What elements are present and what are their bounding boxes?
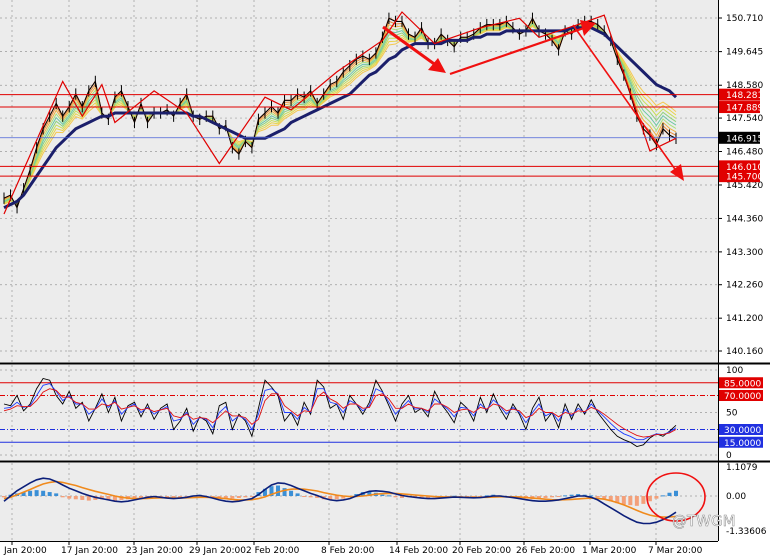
y-tick-label: 141.200 [726,314,763,324]
osc-level-label: 85.0000 [724,379,761,389]
macd-histogram-bar [67,496,72,499]
y-tick-label: 149.645 [726,48,763,58]
osc-tick-label: 0 [726,451,732,461]
y-tick-label: 147.540 [726,114,763,124]
y-tick-label: 150.710 [726,14,763,24]
macd-histogram-bar [73,496,78,500]
x-tick-label: 29 Jan 20:00 [189,546,246,555]
macd-histogram-bar [628,496,633,506]
macd-histogram-bar [543,496,548,498]
osc-level-label: 30.0000 [724,426,761,436]
macd-histogram-bar [243,496,248,498]
macd-histogram-bar [660,495,665,497]
osc-tick-label: 50 [726,409,738,419]
macd-histogram-bar [621,496,626,505]
x-tick-label: 17 Jan 20:00 [61,546,118,555]
x-tick-label: 23 Jan 20:00 [126,546,183,555]
price-level-label: 148.281 [726,91,763,101]
macd-histogram-bar [54,493,59,497]
macd-histogram-bar [654,496,659,499]
macd-histogram-bar [47,492,52,497]
macd-tick-label: 1.1079 [726,463,758,473]
x-tick-label: 26 Feb 20:00 [516,546,575,555]
osc-level-label: 70.0000 [724,392,761,402]
x-tick-label: 20 Feb 20:00 [452,546,511,555]
watermark: @TWGM [672,512,736,530]
price-level-label: 145.700 [726,173,763,183]
macd-histogram-bar [556,496,561,498]
y-tick-label: 146.480 [726,148,763,158]
x-tick-label: 1 Mar 20:00 [582,546,637,555]
macd-histogram-bar [295,493,300,497]
y-tick-label: 142.260 [726,281,763,291]
macd-histogram-bar [569,494,574,497]
macd-histogram-bar [550,496,555,498]
price-level-label: 147.889 [726,104,763,114]
macd-histogram-bar [393,496,398,498]
macd-histogram-bar [674,490,678,497]
x-tick-label: 7 Mar 20:00 [648,546,703,555]
y-tick-label: 140.160 [726,347,763,357]
macd-histogram-bar [641,496,646,504]
macd-histogram-bar [334,496,339,500]
osc-level-label: 15.0000 [724,439,761,449]
x-tick-label: 8 Feb 20:00 [321,546,375,555]
current-price-label: 146.915 [726,134,763,144]
macd-histogram-bar [80,496,85,500]
macd-histogram-bar [563,495,568,497]
chart-canvas[interactable]: Jan 20:00 17 Jan 20:00 23 Jan 20:00 29 Jan … [0,0,770,556]
x-tick-label: Jan 20:00 [3,546,47,555]
macd-histogram-bar [230,496,235,499]
macd-histogram-bar [308,496,313,498]
macd-histogram-bar [28,490,33,497]
plot-background-macd [0,463,718,541]
trading-chart[interactable]: Jan 20:00 17 Jan 20:00 23 Jan 20:00 29 Jan … [0,0,770,556]
x-tick-label: 14 Feb 20:00 [389,546,448,555]
osc-tick-label: 100 [726,366,743,376]
macd-histogram-bar [647,496,652,502]
macd-histogram-bar [302,496,307,498]
macd-histogram-bar [60,496,65,498]
plot-background-price [0,0,718,362]
macd-histogram-bar [667,492,672,497]
macd-histogram-bar [276,485,281,497]
macd-histogram-bar [386,495,391,497]
macd-histogram-bar [236,496,241,498]
macd-histogram-bar [634,496,639,506]
y-tick-label: 144.360 [726,214,763,224]
x-tick-label: 2 Feb 20:00 [246,546,300,555]
macd-histogram-bar [34,490,39,497]
macd-histogram-bar [41,490,46,497]
macd-tick-label: 0.00 [726,492,746,502]
macd-histogram-bar [380,494,385,497]
macd-histogram-bar [595,496,600,498]
y-tick-label: 143.300 [726,248,763,258]
macd-histogram-bar [289,490,294,497]
macd-histogram-bar [2,496,6,498]
